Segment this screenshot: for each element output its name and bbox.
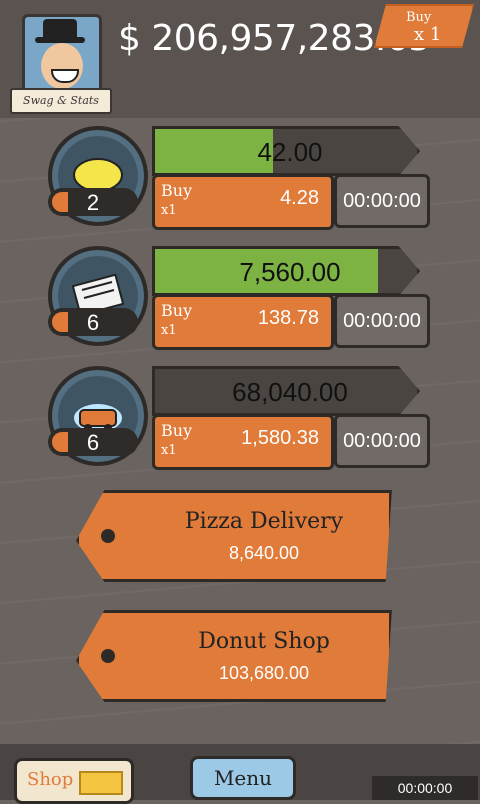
business-newspaper: 6 7,560.00 Buy x1 138.78 00:00:00 bbox=[48, 246, 430, 350]
buy-multiplier-toggle[interactable]: Buy x 1 bbox=[374, 4, 474, 48]
buy-multiplier-value: x 1 bbox=[414, 24, 442, 45]
bottom-timer: 00:00:00 bbox=[372, 776, 478, 800]
business-car-wash: 6 68,040.00 Buy x1 1,580.38 00:00:00 bbox=[48, 366, 430, 470]
revenue-value: 7,560.00 bbox=[239, 257, 341, 287]
buy-newspaper-button[interactable]: Buy x1 138.78 bbox=[152, 294, 334, 350]
unlock-price: 8,640.00 bbox=[228, 543, 300, 563]
buy-multiplier-label: Buy bbox=[406, 10, 432, 25]
owned-count: 2 bbox=[48, 188, 138, 216]
menu-button[interactable]: Menu bbox=[190, 756, 296, 800]
unlock-pizza-delivery[interactable]: Pizza Delivery 8,640.00 bbox=[76, 490, 392, 582]
business-timer: 00:00:00 bbox=[334, 414, 430, 468]
buy-cost: 1,580.38 bbox=[241, 427, 319, 449]
gold-bars-icon bbox=[79, 771, 123, 795]
owned-count: 6 bbox=[48, 308, 138, 336]
buy-multiplier: x1 bbox=[161, 323, 177, 338]
shop-label: Shop bbox=[27, 769, 74, 790]
buy-lemon-button[interactable]: Buy x1 4.28 bbox=[152, 174, 334, 230]
tag-hole-icon bbox=[101, 529, 115, 543]
buy-multiplier: x1 bbox=[161, 203, 177, 218]
revenue-progress-bar: 68,040.00 bbox=[152, 366, 420, 416]
buy-label: Buy bbox=[161, 181, 193, 200]
buy-cost: 4.28 bbox=[280, 187, 319, 209]
unlock-title: Pizza Delivery bbox=[184, 509, 344, 534]
top-bar: Swag & Stats $ 206,957,283.65 Buy x 1 bbox=[0, 0, 480, 118]
revenue-value: 68,040.00 bbox=[232, 377, 348, 407]
business-timer: 00:00:00 bbox=[334, 174, 430, 228]
revenue-progress-bar: 42.00 bbox=[152, 126, 420, 176]
business-lemon: 2 42.00 Buy x1 4.28 00:00:00 bbox=[48, 126, 430, 230]
buy-label: Buy bbox=[161, 301, 193, 320]
owned-count: 6 bbox=[48, 428, 138, 456]
swag-stats-button[interactable]: Swag & Stats bbox=[10, 88, 112, 114]
business-timer: 00:00:00 bbox=[334, 294, 430, 348]
unlock-price: 103,680.00 bbox=[218, 663, 310, 683]
buy-cost: 138.78 bbox=[257, 307, 319, 329]
revenue-progress-bar: 7,560.00 bbox=[152, 246, 420, 296]
buy-label: Buy bbox=[161, 421, 193, 440]
unlock-title: Donut Shop bbox=[198, 629, 330, 654]
tag-hole-icon bbox=[101, 649, 115, 663]
buy-multiplier: x1 bbox=[161, 443, 177, 458]
revenue-value: 42.00 bbox=[257, 137, 323, 167]
buy-car-wash-button[interactable]: Buy x1 1,580.38 bbox=[152, 414, 334, 470]
shop-button[interactable]: Shop bbox=[14, 758, 134, 804]
top-hat-icon bbox=[35, 19, 85, 43]
unlock-donut-shop[interactable]: Donut Shop 103,680.00 bbox=[76, 610, 392, 702]
